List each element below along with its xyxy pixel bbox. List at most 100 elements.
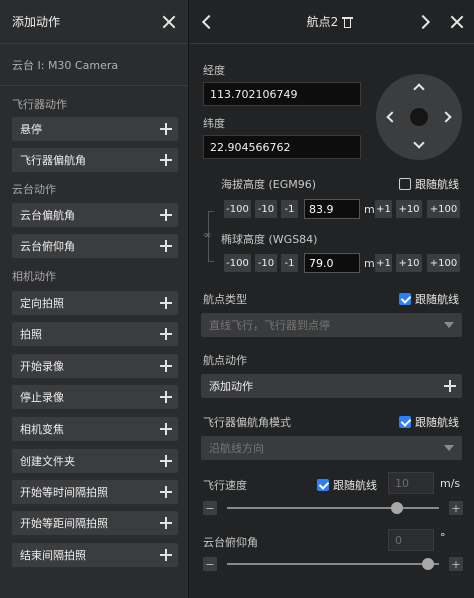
action-start-distance-interval[interactable]: 开始等距间隔拍照 bbox=[12, 511, 178, 535]
next-waypoint-icon[interactable] bbox=[415, 14, 431, 29]
altitude-label: 海拔高度 (EGM96) bbox=[221, 178, 317, 191]
checkbox-unchecked[interactable] bbox=[399, 178, 411, 190]
latitude-input[interactable]: 22.904566762 bbox=[203, 135, 361, 159]
previous-waypoint-icon[interactable] bbox=[201, 14, 217, 29]
speed-follow-checkbox[interactable]: 跟随航线 bbox=[317, 477, 377, 493]
ellipsoid-input[interactable]: 79.0 bbox=[304, 253, 360, 273]
gimbal-pitch-input[interactable]: 0 bbox=[388, 529, 434, 551]
waypoint-nav: 航点2 bbox=[190, 0, 474, 44]
arrow-up-icon[interactable] bbox=[413, 83, 425, 95]
action-create-folder[interactable]: 创建文件夹 bbox=[12, 449, 178, 473]
direction-pad[interactable] bbox=[376, 74, 462, 160]
speed-input[interactable]: 10 bbox=[388, 472, 434, 494]
pitch-slider-track[interactable] bbox=[227, 563, 439, 565]
alt-plus-1[interactable]: +1 bbox=[375, 200, 392, 218]
plus-icon bbox=[444, 380, 456, 392]
plus-icon bbox=[160, 209, 172, 221]
alt-plus-10[interactable]: +10 bbox=[396, 200, 422, 218]
link-icon: ∞ bbox=[203, 230, 212, 241]
close-waypoint-icon[interactable] bbox=[450, 15, 464, 29]
select-value: 沿航线方向 bbox=[209, 442, 264, 455]
arrow-left-icon[interactable] bbox=[386, 111, 398, 123]
checkbox-checked[interactable] bbox=[399, 416, 411, 428]
plus-icon bbox=[160, 455, 172, 467]
action-label: 结束间隔拍照 bbox=[20, 549, 86, 562]
arrow-right-icon[interactable] bbox=[440, 111, 452, 123]
select-value: 直线飞行，飞行器到点停 bbox=[209, 319, 330, 332]
action-start-recording[interactable]: 开始录像 bbox=[12, 354, 178, 378]
add-action-title: 添加动作 bbox=[12, 15, 61, 29]
checkbox-label: 跟随航线 bbox=[415, 178, 459, 191]
add-action-panel: 添加动作 云台 I: M30 Camera 飞行器动作 悬停 飞行器偏航角 云台… bbox=[0, 0, 189, 598]
gimbal-pitch-unit: ° bbox=[440, 531, 446, 544]
action-camera-zoom[interactable]: 相机变焦 bbox=[12, 417, 178, 441]
action-start-timed-interval[interactable]: 开始等时间隔拍照 bbox=[12, 480, 178, 504]
speed-increase-button[interactable]: + bbox=[449, 501, 463, 515]
latitude-label: 纬度 bbox=[203, 117, 225, 130]
pitch-increase-button[interactable]: + bbox=[449, 557, 463, 571]
alt-minus-1[interactable]: -1 bbox=[281, 200, 298, 218]
action-hover[interactable]: 悬停 bbox=[12, 117, 178, 141]
checkbox-checked[interactable] bbox=[317, 479, 329, 491]
section-gimbal-actions: 云台动作 bbox=[12, 183, 56, 196]
yaw-mode-follow-checkbox[interactable]: 跟随航线 bbox=[399, 414, 459, 430]
action-oriented-photo[interactable]: 定向拍照 bbox=[12, 291, 178, 315]
checkbox-label: 跟随航线 bbox=[333, 479, 377, 492]
action-gimbal-yaw[interactable]: 云台偏航角 bbox=[12, 203, 178, 227]
pitch-slider-thumb[interactable] bbox=[422, 558, 435, 570]
waypoint-type-follow-checkbox[interactable]: 跟随航线 bbox=[399, 291, 459, 307]
plus-icon bbox=[160, 517, 172, 529]
speed-slider[interactable]: − + bbox=[203, 501, 463, 515]
checkbox-checked[interactable] bbox=[399, 293, 411, 305]
action-label: 悬停 bbox=[20, 123, 42, 136]
ell-minus-1[interactable]: -1 bbox=[281, 254, 298, 272]
speed-decrease-button[interactable]: − bbox=[203, 501, 217, 515]
alt-plus-100[interactable]: +100 bbox=[427, 200, 460, 218]
add-action-button[interactable]: 添加动作 bbox=[201, 374, 462, 398]
dropdown-arrow-icon bbox=[444, 322, 454, 328]
arrow-down-icon[interactable] bbox=[413, 137, 425, 149]
waypoint-action-label: 航点动作 bbox=[203, 354, 247, 367]
close-icon[interactable] bbox=[162, 15, 176, 29]
waypoint-type-select: 直线飞行，飞行器到点停 bbox=[201, 313, 462, 337]
section-aircraft-actions: 飞行器动作 bbox=[12, 98, 67, 111]
direction-pad-center[interactable] bbox=[410, 108, 428, 126]
action-label: 飞行器偏航角 bbox=[20, 154, 86, 167]
longitude-input[interactable]: 113.702106749 bbox=[203, 82, 361, 106]
waypoint-title-group: 航点2 bbox=[307, 13, 354, 30]
action-label: 拍照 bbox=[20, 328, 42, 341]
yaw-mode-label: 飞行器偏航角模式 bbox=[203, 416, 291, 429]
speed-slider-track[interactable] bbox=[227, 507, 439, 509]
gimbal-pitch-slider[interactable]: − + bbox=[203, 557, 463, 571]
speed-slider-thumb[interactable] bbox=[390, 502, 403, 514]
ell-minus-100[interactable]: -100 bbox=[224, 254, 251, 272]
ell-plus-1[interactable]: +1 bbox=[375, 254, 392, 272]
alt-minus-10[interactable]: -10 bbox=[255, 200, 277, 218]
action-gimbal-pitch[interactable]: 云台俯仰角 bbox=[12, 234, 178, 258]
ell-minus-10[interactable]: -10 bbox=[255, 254, 277, 272]
plus-icon bbox=[160, 240, 172, 252]
yaw-mode-select: 沿航线方向 bbox=[201, 436, 462, 460]
waypoint-type-label: 航点类型 bbox=[203, 293, 247, 306]
action-end-interval[interactable]: 结束间隔拍照 bbox=[12, 543, 178, 567]
ell-plus-10[interactable]: +10 bbox=[396, 254, 422, 272]
ell-plus-100[interactable]: +100 bbox=[427, 254, 460, 272]
gimbal-pitch-label: 云台俯仰角 bbox=[203, 536, 258, 549]
action-label: 创建文件夹 bbox=[20, 455, 75, 468]
longitude-label: 经度 bbox=[203, 64, 225, 77]
altitude-input[interactable]: 83.9 bbox=[304, 199, 360, 219]
plus-icon bbox=[160, 391, 172, 403]
action-aircraft-yaw[interactable]: 飞行器偏航角 bbox=[12, 148, 178, 172]
pitch-decrease-button[interactable]: − bbox=[203, 557, 217, 571]
action-stop-recording[interactable]: 停止录像 bbox=[12, 385, 178, 409]
altitude-follow-checkbox[interactable]: 跟随航线 bbox=[399, 176, 459, 192]
action-label: 云台俯仰角 bbox=[20, 240, 75, 253]
speed-unit: m/s bbox=[440, 477, 461, 490]
action-take-photo[interactable]: 拍照 bbox=[12, 322, 178, 346]
section-camera-actions: 相机动作 bbox=[12, 270, 56, 283]
add-action-header: 添加动作 bbox=[0, 0, 188, 44]
action-label: 停止录像 bbox=[20, 391, 64, 404]
waypoint-title: 航点2 bbox=[306, 15, 339, 29]
alt-minus-100[interactable]: -100 bbox=[224, 200, 251, 218]
trash-icon[interactable] bbox=[342, 16, 354, 28]
